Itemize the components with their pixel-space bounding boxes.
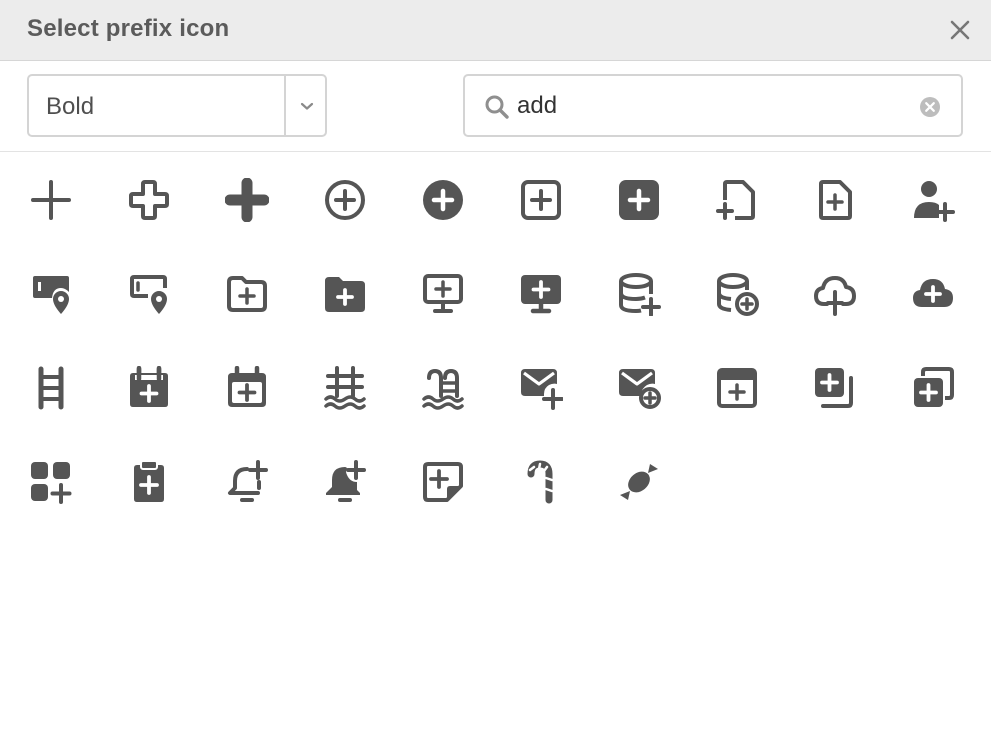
icon-option[interactable] — [19, 356, 83, 420]
icon-option[interactable] — [607, 262, 671, 326]
monitor-add-filled-icon — [521, 275, 561, 314]
duplicate-add-icon — [914, 367, 954, 407]
candy-cane-icon — [527, 460, 554, 504]
search-input[interactable] — [517, 89, 897, 123]
bell-add-filled-icon — [326, 460, 366, 502]
mail-add-circle-icon — [619, 369, 661, 409]
user-add-icon — [914, 181, 955, 222]
toolbar: Bold — [0, 61, 991, 152]
candy-icon — [620, 464, 658, 500]
location-card-filled-icon — [33, 276, 69, 314]
select-prefix-icon-dialog: Select prefix icon Bold — [0, 0, 991, 748]
icon-option[interactable] — [901, 262, 965, 326]
plus-outline-icon — [129, 180, 169, 220]
apps-add-icon — [31, 462, 72, 504]
icon-option[interactable] — [215, 450, 279, 514]
icon-option[interactable] — [803, 356, 867, 420]
folder-add-filled-icon — [325, 277, 365, 312]
plus-square-filled-icon — [619, 180, 659, 220]
icon-option[interactable] — [117, 168, 181, 232]
search-icon — [485, 95, 509, 119]
icon-option[interactable] — [19, 168, 83, 232]
icon-option[interactable] — [117, 356, 181, 420]
close-button[interactable] — [944, 14, 976, 46]
cloud-upload-icon — [814, 276, 856, 316]
icon-option[interactable] — [411, 262, 475, 326]
clipboard-add-icon — [134, 460, 164, 502]
icon-option[interactable] — [607, 450, 671, 514]
dialog-title: Select prefix icon — [27, 15, 230, 42]
icon-option[interactable] — [803, 168, 867, 232]
icon-option[interactable] — [509, 450, 573, 514]
icon-option[interactable] — [313, 262, 377, 326]
icon-option[interactable] — [705, 262, 769, 326]
icon-option[interactable] — [411, 168, 475, 232]
bell-add-icon — [228, 460, 268, 502]
icon-option[interactable] — [803, 262, 867, 326]
icon-option[interactable] — [313, 450, 377, 514]
icon-option[interactable] — [705, 356, 769, 420]
pool-icon — [422, 368, 464, 410]
chevron-down-icon[interactable] — [297, 96, 317, 116]
plus-square-icon — [521, 180, 561, 220]
icon-search-box[interactable] — [463, 74, 963, 137]
clear-search-icon[interactable] — [918, 95, 942, 119]
icon-option[interactable] — [313, 168, 377, 232]
close-icon — [950, 20, 970, 40]
plus-bold-icon — [225, 178, 269, 222]
archive-add-icon — [717, 368, 757, 408]
plus-icon — [31, 180, 71, 220]
icon-option[interactable] — [607, 356, 671, 420]
icon-option[interactable] — [19, 262, 83, 326]
cloud-add-filled-icon — [913, 279, 953, 307]
icon-option[interactable] — [215, 356, 279, 420]
file-add-icon — [716, 180, 755, 220]
monitor-add-icon — [423, 274, 463, 313]
calendar-add-filled-icon — [130, 366, 168, 407]
icon-style-value: Bold — [46, 93, 95, 120]
database-add-icon — [619, 273, 661, 316]
icon-option[interactable] — [215, 262, 279, 326]
note-add-icon — [423, 462, 463, 502]
icon-option[interactable] — [411, 450, 475, 514]
copy-add-icon — [815, 368, 853, 408]
icon-option[interactable] — [607, 168, 671, 232]
dialog-header: Select prefix icon — [0, 0, 991, 61]
icon-option[interactable] — [411, 356, 475, 420]
icon-option[interactable] — [901, 356, 965, 420]
mail-add-icon — [521, 369, 563, 410]
icon-option[interactable] — [313, 356, 377, 420]
icon-option[interactable] — [117, 450, 181, 514]
icon-option[interactable] — [509, 168, 573, 232]
folder-add-icon — [227, 276, 267, 312]
plus-circle-filled-icon — [423, 180, 463, 220]
icon-option[interactable] — [215, 168, 279, 232]
calendar-add-icon — [228, 366, 266, 407]
icon-option[interactable] — [705, 168, 769, 232]
icon-option[interactable] — [901, 168, 965, 232]
icon-option[interactable] — [509, 262, 573, 326]
ladder-icon — [38, 366, 64, 410]
icon-style-select[interactable]: Bold — [27, 74, 327, 137]
pool-ladder-icon — [324, 366, 366, 410]
plus-circle-icon — [325, 180, 365, 220]
select-divider — [284, 76, 286, 135]
file-plus-icon — [819, 180, 852, 220]
icon-option[interactable] — [117, 262, 181, 326]
database-add-circle-icon — [717, 273, 759, 316]
icon-option[interactable] — [19, 450, 83, 514]
icon-option[interactable] — [509, 356, 573, 420]
location-card-icon — [130, 275, 167, 314]
